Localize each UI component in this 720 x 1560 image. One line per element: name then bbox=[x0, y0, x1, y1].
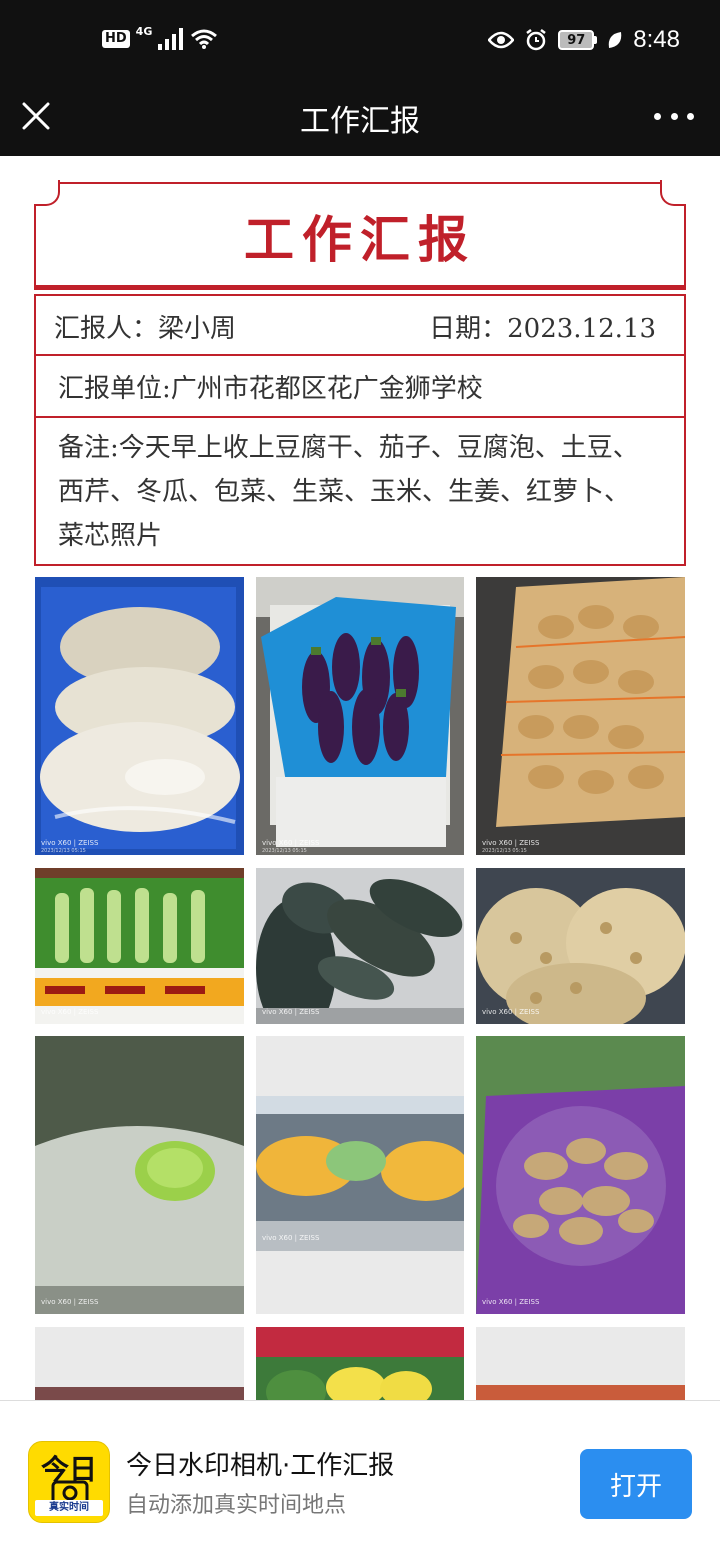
app-name: 今日水印相机·工作汇报 bbox=[126, 1451, 395, 1481]
photo-watermark: vivo X60 | ZEISS bbox=[482, 1008, 540, 1016]
photo-winter-melon[interactable]: vivo X60 | ZEISS bbox=[256, 868, 464, 1024]
photo-eggplant[interactable]: vivo X60 | ZEISS 2023/12/13 05:15 bbox=[256, 577, 464, 855]
more-icon[interactable] bbox=[654, 106, 694, 126]
photo-watermark: vivo X60 | ZEISS bbox=[482, 1298, 540, 1306]
photo-watermark: vivo X60 | ZEISS bbox=[262, 1008, 320, 1016]
status-bar: HD 4G 97 8:48 bbox=[0, 0, 720, 84]
photo-watermark: vivo X60 | ZEISS bbox=[482, 839, 540, 847]
photo-tofu-dry[interactable]: vivo X60 | ZEISS 2023/12/13 05:15 bbox=[35, 577, 244, 855]
photo-tofu-puff[interactable]: vivo X60 | ZEISS bbox=[476, 868, 685, 1024]
title-frame: 工作汇报 bbox=[34, 180, 686, 290]
photo-watermark: vivo X60 | ZEISS bbox=[262, 839, 320, 847]
wifi-icon bbox=[191, 29, 218, 49]
report-date: 日期：2023.12.13 bbox=[429, 314, 656, 344]
photo-celery[interactable]: vivo X60 | ZEISS bbox=[35, 868, 244, 1024]
status-left: HD 4G bbox=[102, 24, 218, 50]
photo-watermark: vivo X60 | ZEISS bbox=[41, 1298, 99, 1306]
report-note: 备注:今天早上收上豆腐干、茄子、豆腐泡、土豆、西芹、冬瓜、包菜、生菜、玉米、生姜… bbox=[58, 433, 639, 551]
status-right: 97 8:48 bbox=[488, 26, 680, 54]
note-row: 备注:今天早上收上豆腐干、茄子、豆腐泡、土豆、西芹、冬瓜、包菜、生菜、玉米、生姜… bbox=[34, 418, 686, 566]
battery-icon: 97 bbox=[558, 30, 598, 50]
report-title: 工作汇报 bbox=[244, 210, 476, 269]
photo-watermark: vivo X60 | ZEISS bbox=[41, 1008, 99, 1016]
hd-icon: HD bbox=[102, 30, 130, 48]
photo-cabbage[interactable]: vivo X60 | ZEISS bbox=[35, 1036, 244, 1314]
photo-potato[interactable]: vivo X60 | ZEISS 2023/12/13 05:15 bbox=[476, 577, 685, 855]
report-unit: 汇报单位:广州市花都区花广金狮学校 bbox=[58, 374, 483, 404]
photo-lettuce[interactable]: vivo X60 | ZEISS bbox=[256, 1036, 464, 1314]
report-content[interactable]: 工作汇报 汇报人：梁小周 日期：2023.12.13 汇报单位:广州市花都区花广… bbox=[0, 156, 720, 1400]
open-button[interactable]: 打开 bbox=[580, 1449, 692, 1519]
app-banner: 今日 真实时间 今日水印相机·工作汇报 自动添加真实时间地点 打开 bbox=[0, 1400, 720, 1560]
alarm-icon bbox=[526, 29, 547, 51]
signal-icon bbox=[158, 28, 184, 50]
photo-watermark: vivo X60 | ZEISS bbox=[41, 839, 99, 847]
leaf-icon bbox=[609, 32, 622, 48]
eye-icon bbox=[488, 31, 515, 49]
nav-bar: 工作汇报 bbox=[0, 84, 720, 156]
photo-watermark: vivo X60 | ZEISS bbox=[262, 1234, 320, 1242]
photo-corn[interactable] bbox=[256, 1327, 464, 1400]
battery-level: 97 bbox=[558, 30, 595, 50]
unit-row: 汇报单位:广州市花都区花广金狮学校 bbox=[34, 356, 686, 418]
app-description: 自动添加真实时间地点 bbox=[126, 1493, 347, 1518]
app-icon[interactable]: 今日 真实时间 bbox=[28, 1441, 110, 1523]
photo-watermark-date: 2023/12/13 05:15 bbox=[41, 848, 86, 854]
photo-watermark-date: 2023/12/13 05:15 bbox=[482, 848, 527, 854]
photo-partial-3[interactable] bbox=[476, 1327, 685, 1400]
nav-title: 工作汇报 bbox=[300, 104, 420, 139]
clock-time: 8:48 bbox=[633, 26, 680, 53]
photo-watermark-date: 2023/12/13 05:15 bbox=[262, 848, 307, 854]
reporter: 汇报人：梁小周 bbox=[54, 314, 237, 344]
app-icon-strip: 真实时间 bbox=[35, 1500, 103, 1516]
reporter-row: 汇报人：梁小周 日期：2023.12.13 bbox=[34, 294, 686, 356]
network-type: 4G bbox=[135, 24, 153, 38]
photo-partial-1[interactable] bbox=[35, 1327, 244, 1400]
photo-ginger[interactable]: vivo X60 | ZEISS bbox=[476, 1036, 685, 1314]
